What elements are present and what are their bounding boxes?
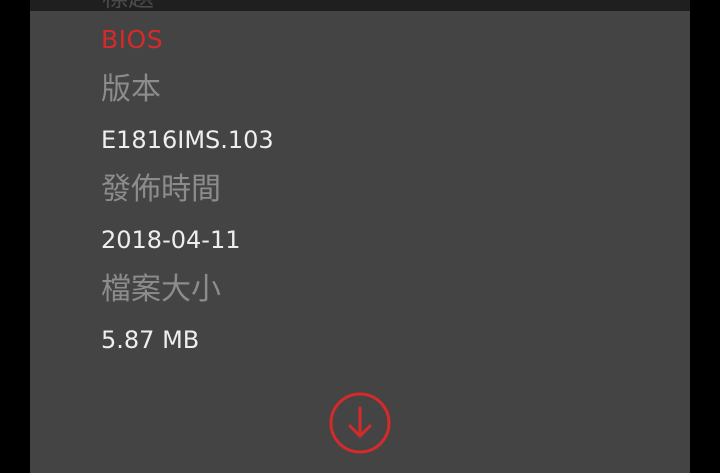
screen: 標題 BIOS 版本 E1816IMS.103 發佈時間 2018-04-11 … [0, 0, 720, 473]
previous-card-edge: 標題 [30, 0, 690, 11]
category-title: BIOS [101, 25, 164, 54]
release-date-value: 2018-04-11 [101, 226, 241, 254]
download-button[interactable] [328, 391, 392, 455]
release-date-label: 發佈時間 [101, 172, 221, 207]
download-card: BIOS 版本 E1816IMS.103 發佈時間 2018-04-11 檔案大… [30, 11, 690, 473]
previous-card-label: 標題 [102, 0, 154, 11]
download-icon [329, 392, 391, 454]
file-size-value: 5.87 MB [101, 326, 200, 354]
version-label: 版本 [101, 72, 161, 107]
version-value: E1816IMS.103 [101, 126, 274, 154]
file-size-label: 檔案大小 [101, 272, 221, 307]
